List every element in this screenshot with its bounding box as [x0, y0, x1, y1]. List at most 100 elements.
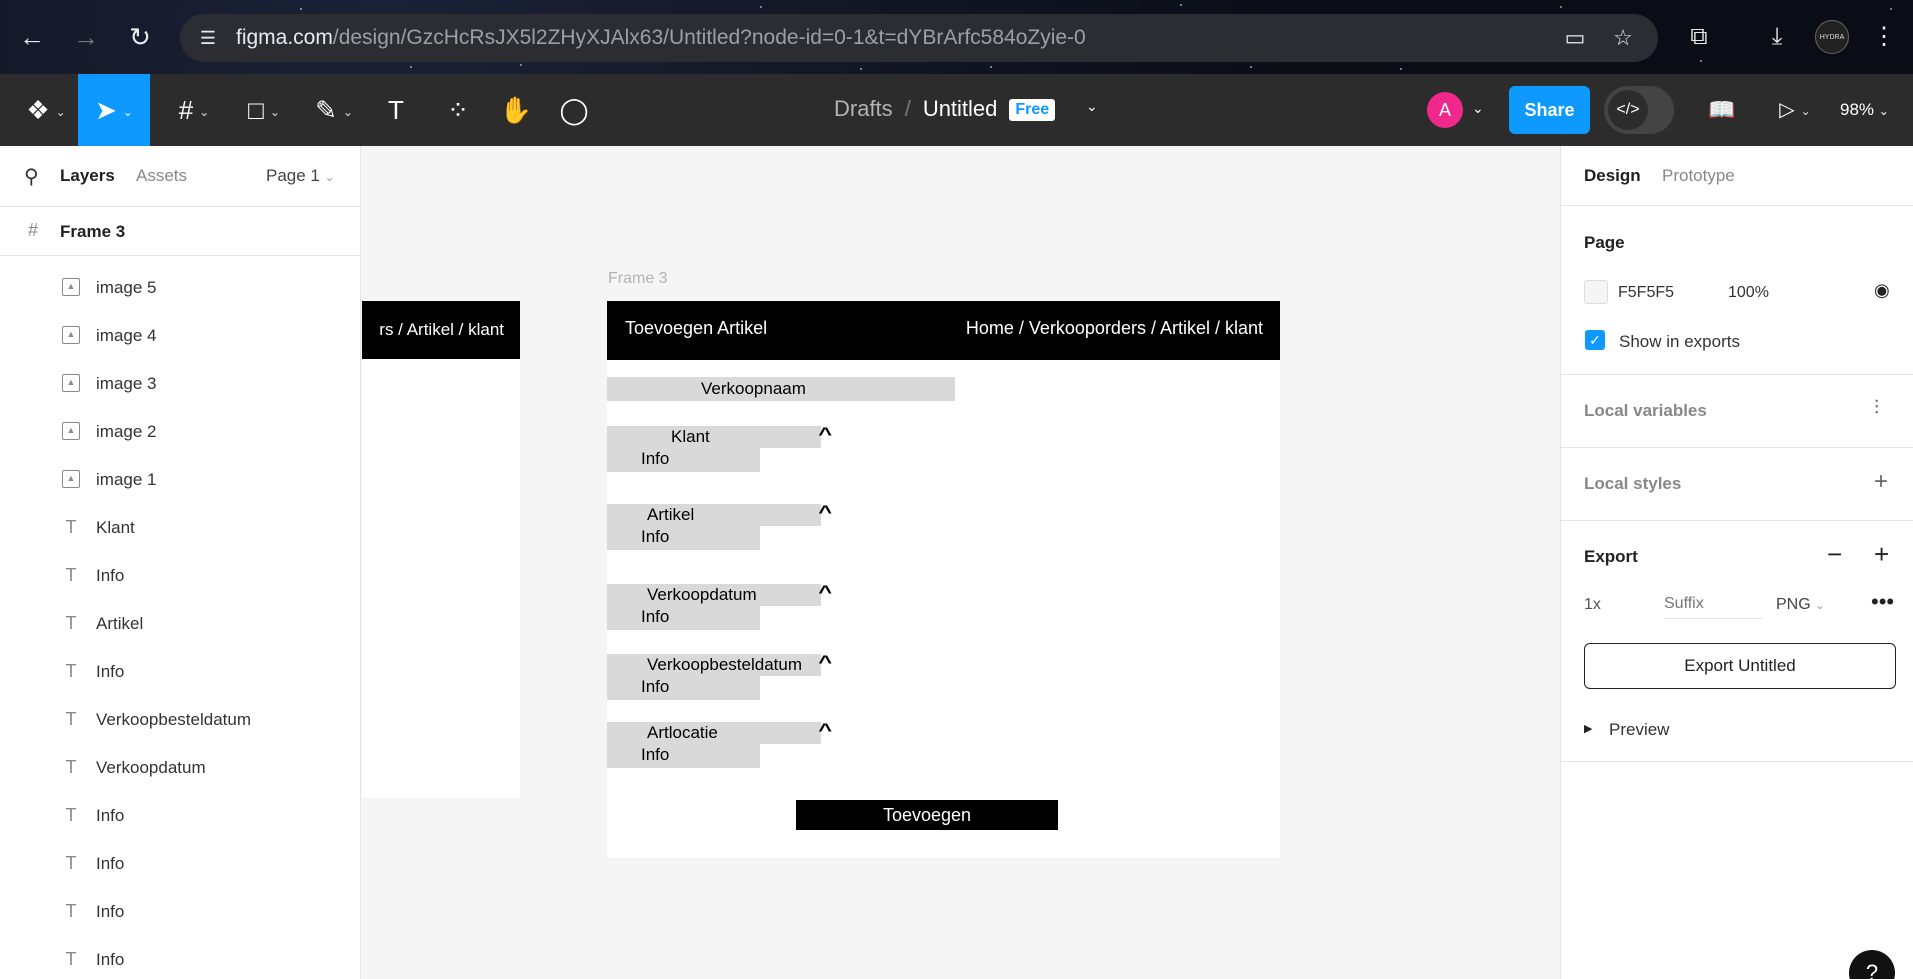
layer-row[interactable]: T Info — [0, 552, 361, 600]
chevron-down-icon[interactable]: ⌄ — [1086, 98, 1098, 115]
star-decoration — [1890, 8, 1892, 10]
chevron-up-icon[interactable]: ^ — [818, 720, 832, 741]
dev-mode-toggle[interactable]: </> — [1604, 86, 1674, 134]
tab-design[interactable]: Design — [1584, 166, 1641, 186]
back-icon[interactable]: ← — [14, 19, 50, 55]
export-format-select[interactable]: PNG ⌄ — [1776, 596, 1824, 614]
site-settings-icon[interactable]: ☰ — [196, 26, 220, 50]
plan-badge[interactable]: Free — [1009, 99, 1056, 121]
comment-tool-button[interactable]: ◯ — [556, 74, 592, 146]
address-bar[interactable]: ☰ figma.com/design/GzcHcRsJX5l2ZHyXJAlx6… — [180, 14, 1658, 62]
field-info-box[interactable] — [607, 526, 760, 550]
partial-frame[interactable]: rs / Artikel / klant — [362, 301, 520, 798]
browser-toolbar: ← → ↻ ☰ figma.com/design/GzcHcRsJX5l2ZHy… — [0, 0, 1913, 74]
toevoegen-button[interactable]: Toevoegen — [796, 800, 1058, 830]
layer-row[interactable]: ▲ image 3 — [0, 360, 361, 408]
layer-row[interactable]: T Verkoopbesteldatum — [0, 696, 361, 744]
export-untitled-button[interactable]: Export Untitled — [1584, 643, 1896, 689]
field-label-bar[interactable] — [607, 504, 821, 526]
layer-row-frame[interactable]: # Frame 3 — [0, 206, 361, 256]
download-icon[interactable]: ⤓ — [1760, 20, 1794, 54]
layer-row[interactable]: T Info — [0, 648, 361, 696]
plus-icon[interactable]: + — [1874, 539, 1889, 570]
field-info-box[interactable] — [607, 676, 760, 700]
extensions-icon[interactable]: ⧉ — [1682, 20, 1716, 54]
layer-row[interactable]: ▲ image 5 — [0, 264, 361, 312]
image-layer-icon: ▲ — [62, 470, 80, 488]
layer-row[interactable]: T Klant — [0, 504, 361, 552]
move-tool-button[interactable]: ➤ ⌄ — [78, 74, 150, 146]
text-tool-button[interactable]: T — [378, 74, 414, 146]
chevron-up-icon[interactable]: ^ — [818, 502, 832, 523]
chevron-down-icon[interactable]: ⌄ — [1472, 100, 1484, 117]
user-avatar[interactable]: A — [1427, 92, 1463, 128]
field-info: Info — [641, 449, 670, 468]
export-scale[interactable]: 1x — [1584, 596, 1601, 614]
layer-row[interactable]: T Info — [0, 840, 361, 888]
text-layer-icon: T — [65, 565, 77, 585]
eye-icon[interactable]: ◉ — [1874, 280, 1890, 301]
page-color-value[interactable]: F5F5F5 — [1618, 284, 1674, 302]
variables-icon[interactable]: ⫶ — [1874, 397, 1879, 420]
forward-icon[interactable]: → — [68, 19, 104, 55]
frame-3[interactable]: Toevoegen Artikel Home / Verkooporders /… — [607, 301, 1280, 858]
chevron-up-icon[interactable]: ^ — [818, 424, 832, 445]
chevron-up-icon[interactable]: ^ — [818, 652, 832, 673]
profile-avatar[interactable]: HYDRA — [1815, 20, 1849, 54]
plus-icon[interactable]: + — [1874, 468, 1888, 496]
frame-hash-icon: # — [178, 95, 194, 125]
play-icon: ▷ — [1779, 99, 1795, 121]
field-info-box[interactable] — [607, 744, 760, 768]
zoom-level[interactable]: 98% ⌄ — [1840, 100, 1889, 120]
more-options-icon[interactable]: ••• — [1871, 589, 1894, 615]
layer-row[interactable]: ▲ image 4 — [0, 312, 361, 360]
clipboard-icon[interactable]: ▭ — [1562, 25, 1588, 51]
breadcrumb-drafts[interactable]: Drafts — [834, 96, 893, 121]
export-suffix-input[interactable] — [1664, 589, 1762, 619]
main-menu-button[interactable]: ❖ ⌄ — [18, 74, 74, 146]
page-opacity-value[interactable]: 100% — [1728, 284, 1769, 302]
field-label-bar[interactable] — [607, 426, 821, 448]
url-text[interactable]: figma.com/design/GzcHcRsJX5l2ZHyXJAlx63/… — [236, 26, 1086, 50]
chevron-up-icon[interactable]: ^ — [818, 582, 832, 603]
layer-row[interactable]: T Info — [0, 936, 361, 979]
present-button[interactable]: ▷ ⌄ — [1770, 74, 1820, 146]
hand-tool-button[interactable]: ✋ — [498, 74, 534, 146]
file-name[interactable]: Untitled — [923, 96, 998, 121]
preview-row[interactable]: ▶ Preview — [1561, 705, 1913, 762]
cursor-icon: ➤ — [95, 95, 117, 125]
show-in-exports-checkbox[interactable]: ✓ — [1585, 330, 1605, 350]
star-decoration — [1250, 66, 1252, 68]
local-styles-section[interactable]: Local styles + — [1561, 448, 1913, 521]
layer-label: Info — [96, 950, 125, 969]
field-info-box[interactable] — [607, 448, 760, 472]
layer-row[interactable]: T Artikel — [0, 600, 361, 648]
frame-tool-button[interactable]: # ⌄ — [166, 74, 222, 146]
library-button[interactable]: 📖 — [1704, 74, 1740, 146]
layer-row[interactable]: ▲ image 1 — [0, 456, 361, 504]
frame-label[interactable]: Frame 3 — [608, 270, 668, 288]
pen-tool-button[interactable]: ✎ ⌄ — [306, 74, 362, 146]
star-decoration — [1700, 60, 1702, 62]
page-color-swatch[interactable] — [1584, 280, 1608, 304]
tab-layers[interactable]: Layers — [60, 166, 115, 186]
search-icon[interactable]: ⚲ — [24, 164, 39, 189]
page-selector[interactable]: Page 1 ⌄ — [266, 166, 335, 186]
local-variables-section[interactable]: Local variables ⫶ — [1561, 375, 1913, 448]
field-info-box[interactable] — [607, 606, 760, 630]
star-decoration — [520, 64, 522, 66]
layer-row[interactable]: ▲ image 2 — [0, 408, 361, 456]
tab-assets[interactable]: Assets — [136, 166, 187, 186]
minus-icon[interactable]: − — [1827, 539, 1842, 570]
share-button[interactable]: Share — [1509, 86, 1590, 134]
shape-tool-button[interactable]: □ ⌄ — [236, 74, 292, 146]
reload-icon[interactable]: ↻ — [122, 19, 158, 55]
layer-row[interactable]: T Info — [0, 792, 361, 840]
layer-row[interactable]: T Verkoopdatum — [0, 744, 361, 792]
bookmark-star-icon[interactable]: ☆ — [1610, 25, 1636, 51]
design-canvas[interactable]: rs / Artikel / klant Frame 3 Toevoegen A… — [362, 146, 1560, 979]
menu-kebab-icon[interactable]: ⋮ — [1872, 20, 1896, 54]
resources-button[interactable]: ⁘ — [440, 74, 476, 146]
tab-prototype[interactable]: Prototype — [1662, 166, 1735, 186]
layer-row[interactable]: T Info — [0, 888, 361, 936]
